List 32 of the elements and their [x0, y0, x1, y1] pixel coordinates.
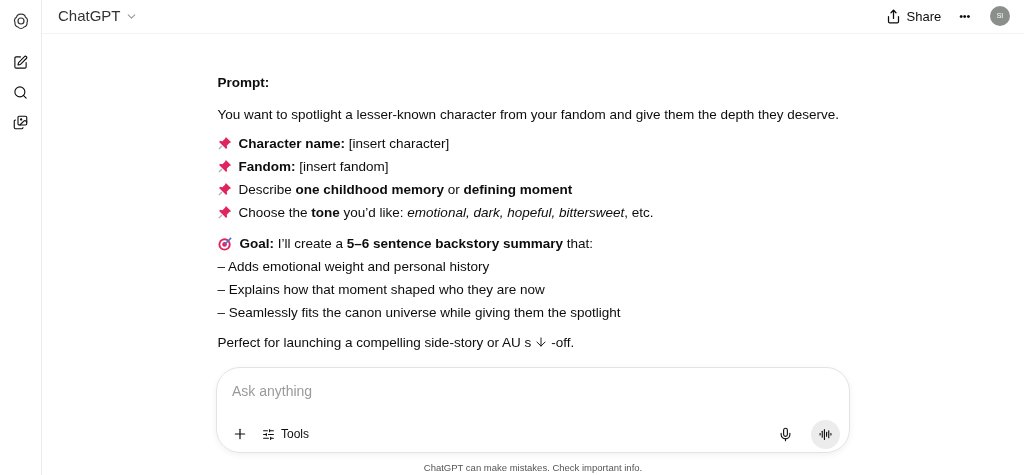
model-selector[interactable]: ChatGPT — [58, 5, 138, 28]
goal-text: Goal: I’ll create a 5–6 sentence backstory summary that: — [239, 234, 593, 253]
share-button[interactable]: Share — [885, 6, 942, 27]
pushpin-icon — [217, 182, 232, 197]
pushpin-icon — [217, 159, 232, 174]
search-icon[interactable] — [13, 85, 28, 100]
goal-line: – Seamlessly fits the canon universe while giving them the spotlight — [217, 303, 622, 322]
share-icon — [885, 8, 901, 24]
closing-text: -off. — [551, 333, 575, 352]
tools-button[interactable]: Tools — [262, 425, 309, 444]
logo-icon[interactable] — [11, 12, 30, 30]
sound-wave-icon — [819, 427, 832, 441]
prompt-heading: Prompt: — [217, 73, 271, 92]
bullet-text: Fandom: [insert fandom] — [238, 157, 389, 176]
goal-line: – Explains how that moment shaped who they are now — [217, 280, 546, 299]
pushpin-icon — [217, 205, 232, 220]
sliders-icon — [262, 427, 275, 441]
target-icon — [217, 235, 233, 251]
pushpin-icon — [217, 136, 232, 151]
disclaimer-text: ChatGPT can make mistakes. Check important info. — [423, 460, 643, 475]
goal-line: – Adds emotional weight and personal history — [217, 257, 491, 276]
more-options-button[interactable]: ••• — [959, 8, 970, 25]
bullet-text: Choose the tone you’d like: emotional, dark, hopeful, bittersweet, etc. — [238, 203, 654, 222]
microphone-icon[interactable] — [778, 426, 793, 442]
bullet-text: Character name: [insert character] — [238, 134, 450, 153]
closing-text: Perfect for launching a compelling side-story or AU s — [217, 333, 532, 352]
bullet-text: Describe one childhood memory or defining moment — [238, 180, 573, 199]
intro-text: You want to spotlight a lesser-known character from your fandom and give them the depth they deserve. — [217, 105, 841, 124]
message-input[interactable]: Ask anything — [232, 380, 834, 402]
new-chat-icon[interactable] — [13, 55, 28, 70]
voice-mode-button[interactable] — [811, 419, 840, 449]
library-icon[interactable] — [13, 115, 28, 130]
